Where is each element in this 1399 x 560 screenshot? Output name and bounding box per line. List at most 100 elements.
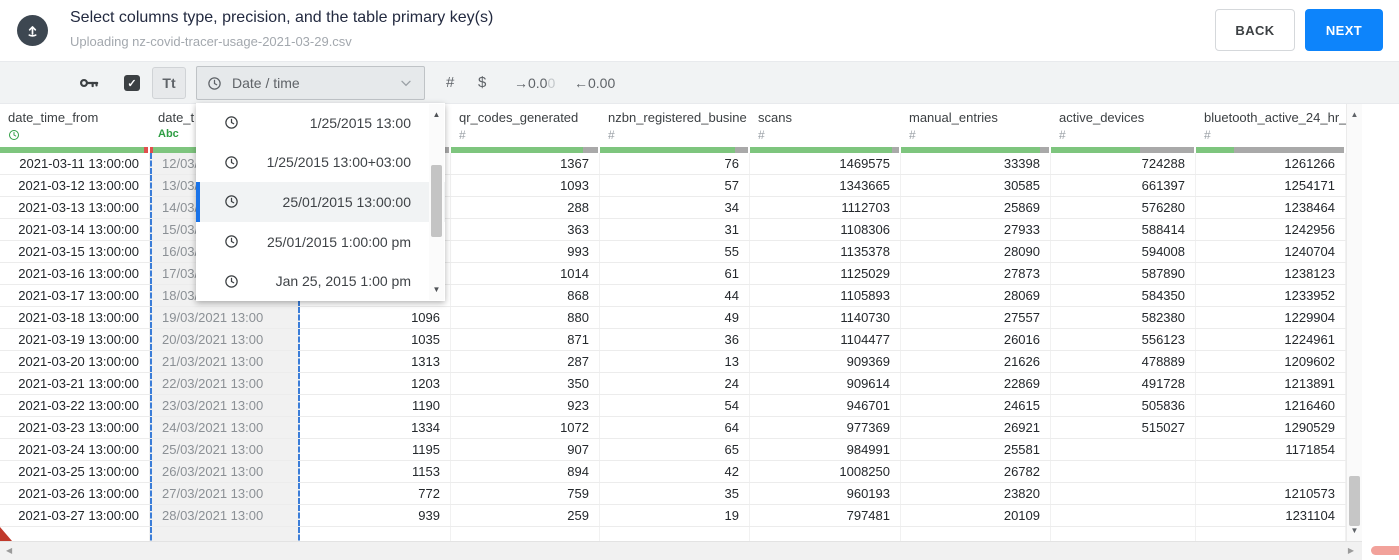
cell[interactable]: 57: [600, 175, 750, 196]
cell[interactable]: 1105893: [750, 285, 901, 306]
cell[interactable]: 1229904: [1196, 307, 1346, 328]
cell[interactable]: 871: [451, 329, 600, 350]
cell[interactable]: 1171854: [1196, 439, 1346, 460]
format-option[interactable]: 25/01/2015 1:00:00 pm: [196, 222, 445, 262]
cell[interactable]: 20109: [901, 505, 1051, 526]
cell[interactable]: 2021-03-20 13:00:00: [0, 351, 150, 372]
column-header-active_devices[interactable]: active_devices #: [1051, 104, 1196, 147]
cell[interactable]: 36: [600, 329, 750, 350]
primary-key-icon[interactable]: [78, 73, 100, 93]
cell[interactable]: 1008250: [750, 461, 901, 482]
text-case-button[interactable]: Tt: [152, 67, 186, 99]
cell[interactable]: 22869: [901, 373, 1051, 394]
cell[interactable]: 22/03/2021 13:00: [150, 373, 300, 394]
cell[interactable]: 23/03/2021 13:00: [150, 395, 300, 416]
cell[interactable]: 26/03/2021 13:00: [150, 461, 300, 482]
scroll-down-icon[interactable]: ▼: [1347, 526, 1362, 535]
cell[interactable]: 27933: [901, 219, 1051, 240]
column-header-nzbn_registered_busine[interactable]: nzbn_registered_busine #: [600, 104, 750, 147]
cell[interactable]: 2021-03-24 13:00:00: [0, 439, 150, 460]
cell[interactable]: 26016: [901, 329, 1051, 350]
menu-scrollbar[interactable]: ▲ ▼: [429, 104, 444, 300]
cell[interactable]: 1254171: [1196, 175, 1346, 196]
cell[interactable]: 977369: [750, 417, 901, 438]
cell[interactable]: [1196, 461, 1346, 482]
cell[interactable]: [1051, 505, 1196, 526]
cell[interactable]: 1035: [300, 329, 451, 350]
cell[interactable]: 1203: [300, 373, 451, 394]
cell[interactable]: 1112703: [750, 197, 901, 218]
cell[interactable]: 515027: [1051, 417, 1196, 438]
next-button[interactable]: NEXT: [1305, 9, 1383, 51]
decrease-decimals-button[interactable]: →0.00: [514, 62, 555, 104]
cell[interactable]: [451, 527, 600, 541]
cell[interactable]: 2021-03-19 13:00:00: [0, 329, 150, 350]
cell[interactable]: 350: [451, 373, 600, 394]
cell[interactable]: 1367: [451, 153, 600, 174]
cell[interactable]: 880: [451, 307, 600, 328]
number-type-button[interactable]: #: [446, 62, 454, 104]
cell[interactable]: [600, 527, 750, 541]
cell[interactable]: 24/03/2021 13:00: [150, 417, 300, 438]
cell[interactable]: 26921: [901, 417, 1051, 438]
column-header-bluetooth_active_24_hr_[interactable]: bluetooth_active_24_hr_ #: [1196, 104, 1346, 147]
cell[interactable]: 946701: [750, 395, 901, 416]
cell[interactable]: 772: [300, 483, 451, 504]
cell[interactable]: 1213891: [1196, 373, 1346, 394]
cell[interactable]: 2021-03-11 13:00:00: [0, 153, 150, 174]
cell[interactable]: 1334: [300, 417, 451, 438]
cell[interactable]: 259: [451, 505, 600, 526]
cell[interactable]: [901, 527, 1051, 541]
format-option[interactable]: 1/25/2015 13:00+03:00: [196, 143, 445, 183]
cell[interactable]: [1196, 527, 1346, 541]
vertical-scroll-thumb[interactable]: [1349, 476, 1360, 526]
cell[interactable]: 909369: [750, 351, 901, 372]
cell[interactable]: 1125029: [750, 263, 901, 284]
cell[interactable]: 1238123: [1196, 263, 1346, 284]
cell[interactable]: 19: [600, 505, 750, 526]
format-option[interactable]: Jan 25, 2015 1:00 pm: [196, 261, 445, 301]
cell[interactable]: 1313: [300, 351, 451, 372]
cell[interactable]: 34: [600, 197, 750, 218]
cell[interactable]: 1343665: [750, 175, 901, 196]
horizontal-scrollbar[interactable]: ◀ ▶: [0, 541, 1362, 560]
cell[interactable]: 556123: [1051, 329, 1196, 350]
cell[interactable]: 28/03/2021 13:00: [150, 505, 300, 526]
column-header-scans[interactable]: scans #: [750, 104, 901, 147]
cell[interactable]: 1224961: [1196, 329, 1346, 350]
cell[interactable]: 907: [451, 439, 600, 460]
column-header-date_time_from[interactable]: date_time_from: [0, 104, 150, 147]
cell[interactable]: 27557: [901, 307, 1051, 328]
cell[interactable]: 584350: [1051, 285, 1196, 306]
cell[interactable]: 2021-03-22 13:00:00: [0, 395, 150, 416]
cell[interactable]: 1014: [451, 263, 600, 284]
cell[interactable]: 2021-03-15 13:00:00: [0, 241, 150, 262]
cell[interactable]: 960193: [750, 483, 901, 504]
cell[interactable]: 2021-03-26 13:00:00: [0, 483, 150, 504]
currency-type-button[interactable]: $: [478, 62, 486, 104]
cell[interactable]: 61: [600, 263, 750, 284]
cell[interactable]: [1051, 461, 1196, 482]
vertical-scrollbar[interactable]: ▲ ▼: [1346, 104, 1362, 541]
cell[interactable]: 1231104: [1196, 505, 1346, 526]
cell[interactable]: 25869: [901, 197, 1051, 218]
cell[interactable]: 24: [600, 373, 750, 394]
cell[interactable]: 661397: [1051, 175, 1196, 196]
cell[interactable]: 28090: [901, 241, 1051, 262]
menu-scroll-up-icon[interactable]: ▲: [429, 110, 444, 119]
cell[interactable]: 1153: [300, 461, 451, 482]
back-button[interactable]: BACK: [1215, 9, 1295, 51]
cell[interactable]: 26782: [901, 461, 1051, 482]
cell[interactable]: 2021-03-12 13:00:00: [0, 175, 150, 196]
cell[interactable]: 1238464: [1196, 197, 1346, 218]
cell[interactable]: [150, 527, 300, 541]
cell[interactable]: 21/03/2021 13:00: [150, 351, 300, 372]
cell[interactable]: 1195: [300, 439, 451, 460]
cell[interactable]: 2021-03-23 13:00:00: [0, 417, 150, 438]
cell[interactable]: [1051, 527, 1196, 541]
cell[interactable]: 1190: [300, 395, 451, 416]
cell[interactable]: 1216460: [1196, 395, 1346, 416]
cell[interactable]: 49: [600, 307, 750, 328]
menu-scroll-down-icon[interactable]: ▼: [429, 285, 444, 294]
cell[interactable]: 2021-03-17 13:00:00: [0, 285, 150, 306]
